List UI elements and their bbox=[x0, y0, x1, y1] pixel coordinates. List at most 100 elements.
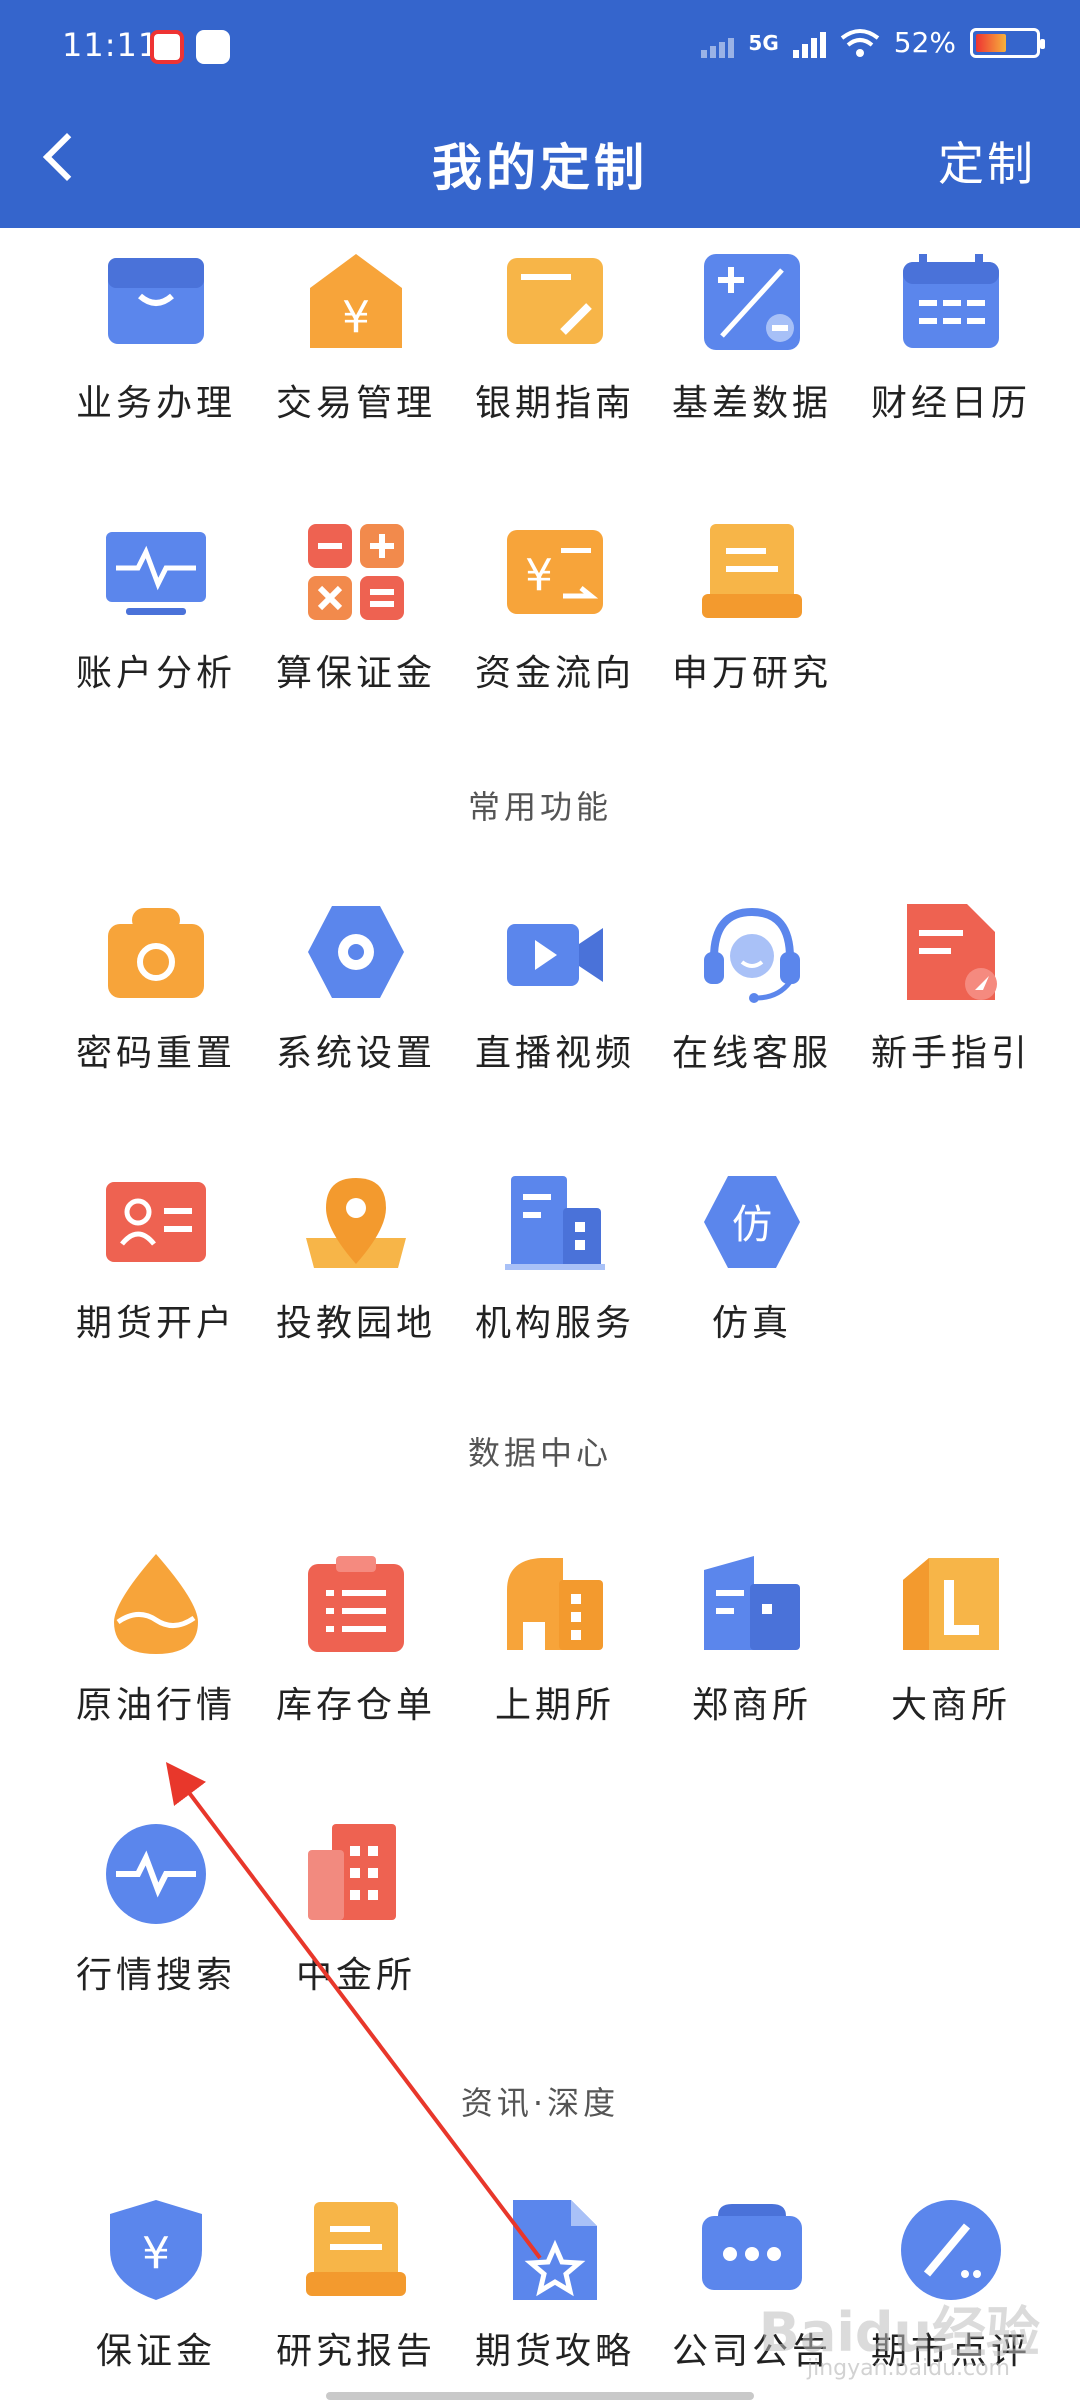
monitor-pulse-icon bbox=[106, 532, 206, 615]
calendar-icon bbox=[903, 254, 999, 348]
signal-strong-icon bbox=[792, 28, 826, 58]
feature-item[interactable]: 直播视频 bbox=[455, 878, 655, 1118]
feature-label: 保证金 bbox=[95, 2331, 216, 2372]
svg-text:¥: ¥ bbox=[525, 550, 553, 601]
feature-label: 在线客服 bbox=[671, 1033, 832, 1074]
watermark-url: jingyan.baidu.com bbox=[806, 2356, 1010, 2381]
red-building-icon bbox=[308, 1824, 396, 1920]
app-notification-icon bbox=[150, 30, 184, 64]
yen-shield-icon: ¥ bbox=[110, 2200, 202, 2300]
feature-item[interactable]: 申万研究 bbox=[652, 498, 852, 738]
office-building-icon bbox=[704, 1556, 800, 1650]
feature-label: 仿真 bbox=[711, 1303, 792, 1344]
oil-drop-icon bbox=[114, 1554, 198, 1654]
camera-reset-icon bbox=[108, 908, 204, 998]
feature-label: 上期所 bbox=[494, 1685, 615, 1726]
feature-label: 资金流向 bbox=[474, 653, 635, 694]
feature-label: 研究报告 bbox=[275, 2331, 436, 2372]
page-title: 我的定制 bbox=[432, 139, 648, 197]
feature-label: 投教园地 bbox=[275, 1303, 436, 1344]
feature-item[interactable]: 期货开户 bbox=[56, 1148, 256, 1388]
battery-icon bbox=[970, 27, 1045, 58]
baidu-notification-icon bbox=[196, 30, 230, 64]
feature-item[interactable]: ¥ 资金流向 bbox=[455, 498, 655, 738]
feature-item[interactable]: 投教园地 bbox=[256, 1148, 456, 1388]
star-document-icon bbox=[513, 2200, 597, 2300]
clipboard-list-icon bbox=[308, 1556, 404, 1652]
feature-label: 银期指南 bbox=[474, 383, 635, 424]
feature-label: 账户分析 bbox=[75, 653, 236, 694]
feature-label: 直播视频 bbox=[474, 1033, 635, 1074]
feature-item[interactable]: 银期指南 bbox=[455, 228, 655, 468]
simulation-hexagon-icon: 仿 bbox=[704, 1176, 800, 1268]
feature-item[interactable]: 机构服务 bbox=[455, 1148, 655, 1388]
home-indicator[interactable] bbox=[326, 2392, 754, 2400]
feature-label: 算保证金 bbox=[275, 653, 436, 694]
feature-label: 期货开户 bbox=[75, 1303, 236, 1344]
feature-item[interactable]: 中金所 bbox=[256, 1800, 456, 2040]
feature-item[interactable]: 账户分析 bbox=[56, 498, 256, 738]
yen-transfer-icon: ¥ bbox=[507, 530, 603, 614]
briefcase-icon bbox=[108, 258, 204, 344]
section-title: 资讯·深度 bbox=[460, 2084, 620, 2122]
yen-house-icon: ¥ bbox=[310, 254, 402, 348]
feature-label: 库存仓单 bbox=[275, 1685, 436, 1726]
signal-icon bbox=[701, 28, 735, 58]
feature-item[interactable]: 郑商所 bbox=[652, 1530, 852, 1770]
feature-item[interactable]: 在线客服 bbox=[652, 878, 852, 1118]
feature-item[interactable]: ¥ 交易管理 bbox=[256, 228, 456, 468]
card-pen-icon bbox=[507, 258, 603, 344]
feature-label: 行情搜索 bbox=[75, 1955, 236, 1996]
plus-minus-icon bbox=[704, 254, 800, 350]
feature-item[interactable]: 系统设置 bbox=[256, 878, 456, 1118]
svg-text:¥: ¥ bbox=[342, 292, 370, 343]
feature-item[interactable]: ¥ 保证金 bbox=[56, 2176, 256, 2404]
feature-item[interactable]: 行情搜索 bbox=[56, 1800, 256, 2040]
feature-label: 大商所 bbox=[890, 1685, 1011, 1726]
feature-label: 原油行情 bbox=[75, 1685, 236, 1726]
customize-button[interactable]: 定制 bbox=[938, 128, 1036, 194]
calculator-icon bbox=[308, 524, 404, 620]
feature-item[interactable]: 库存仓单 bbox=[256, 1530, 456, 1770]
factory-icon bbox=[507, 1558, 603, 1650]
feature-item[interactable]: 新手指引 bbox=[851, 878, 1051, 1118]
feature-label: 期货攻略 bbox=[474, 2331, 635, 2372]
feature-label: 财经日历 bbox=[870, 383, 1031, 424]
building-icon bbox=[505, 1176, 605, 1270]
feature-label: 密码重置 bbox=[75, 1033, 236, 1074]
map-pin-icon bbox=[306, 1178, 406, 1268]
feature-label: 郑商所 bbox=[691, 1685, 812, 1726]
section-title: 常用功能 bbox=[467, 788, 612, 826]
status-right: 5G 52% bbox=[701, 26, 1045, 59]
feature-item[interactable]: 财经日历 bbox=[851, 228, 1051, 468]
feature-item[interactable]: 基差数据 bbox=[652, 228, 852, 468]
feature-item[interactable]: 原油行情 bbox=[56, 1530, 256, 1770]
feature-label: 机构服务 bbox=[474, 1303, 635, 1344]
feature-label: 系统设置 bbox=[275, 1033, 436, 1074]
feature-item[interactable]: 密码重置 bbox=[56, 878, 256, 1118]
svg-text:¥: ¥ bbox=[142, 2228, 170, 2279]
feature-item[interactable]: 大商所 bbox=[851, 1530, 1051, 1770]
feature-item[interactable]: 业务办理 bbox=[56, 228, 256, 468]
svg-text:仿: 仿 bbox=[732, 1202, 772, 1248]
report-stack-icon bbox=[306, 2202, 406, 2296]
feature-item[interactable]: 期货攻略 bbox=[455, 2176, 655, 2404]
pulse-circle-icon bbox=[106, 1824, 206, 1924]
feature-label: 新手指引 bbox=[870, 1033, 1031, 1074]
battery-percent: 52% bbox=[893, 26, 956, 59]
gear-hexagon-icon bbox=[308, 906, 404, 998]
feature-item[interactable]: 研究报告 bbox=[256, 2176, 456, 2404]
video-camera-icon bbox=[507, 924, 603, 986]
feature-label: 基差数据 bbox=[671, 383, 832, 424]
network-label: 5G bbox=[748, 30, 779, 55]
feature-item[interactable]: 仿仿真 bbox=[652, 1148, 852, 1388]
document-stack-icon bbox=[702, 524, 802, 618]
wifi-icon bbox=[840, 28, 879, 57]
feature-item[interactable]: 算保证金 bbox=[256, 498, 456, 738]
feature-item[interactable]: 上期所 bbox=[455, 1530, 655, 1770]
feature-label: 申万研究 bbox=[671, 653, 832, 694]
status-time: 11:11 bbox=[62, 26, 160, 64]
status-app-badges bbox=[150, 30, 230, 64]
headset-icon bbox=[704, 907, 800, 1003]
l-block-icon bbox=[903, 1558, 999, 1650]
